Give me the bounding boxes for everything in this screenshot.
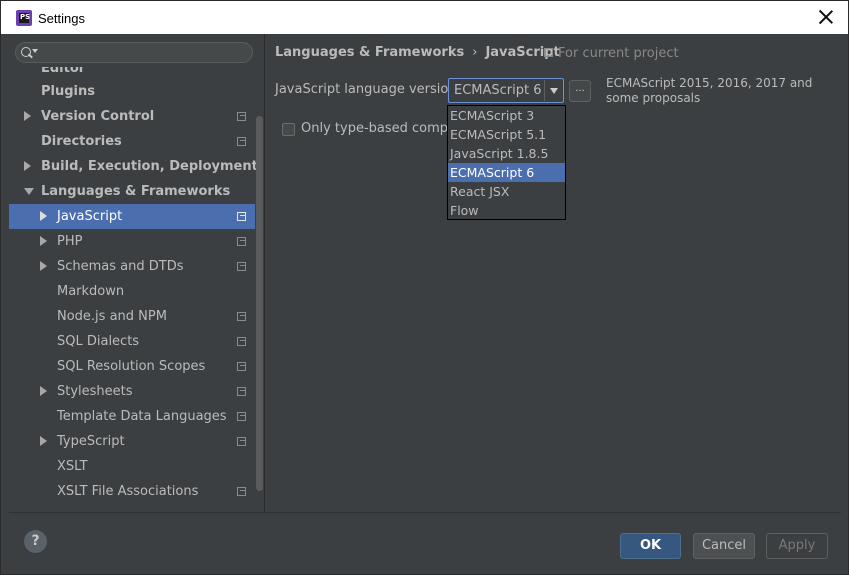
title-bar: PS Settings xyxy=(0,0,849,34)
help-button[interactable]: ? xyxy=(24,530,47,553)
expand-arrow-right-icon[interactable] xyxy=(40,211,47,221)
dropdown-option[interactable]: ECMAScript 5.1 xyxy=(448,125,565,144)
sidebar-item-label: XSLT File Associations xyxy=(57,484,199,499)
sidebar-item-label: SQL Dialects xyxy=(57,334,140,349)
app-icon: PS xyxy=(16,10,32,26)
project-scope-icon xyxy=(237,362,246,371)
expand-arrow-right-icon[interactable] xyxy=(24,161,31,171)
search-input[interactable] xyxy=(15,42,253,63)
sidebar-item-typescript[interactable]: TypeScript xyxy=(9,429,255,454)
sidebar-item-sql-resolution-scopes[interactable]: SQL Resolution Scopes xyxy=(9,354,255,379)
language-version-dropdown: ECMAScript 3 ECMAScript 5.1 JavaScript 1.8… xyxy=(447,105,566,220)
divider xyxy=(9,512,841,513)
sidebar-item-version-control[interactable]: Version Control xyxy=(9,104,255,129)
sidebar-item-label: Build, Execution, Deployment xyxy=(41,159,258,174)
window-title: Settings xyxy=(38,11,85,26)
sidebar-item-xslt[interactable]: XSLT xyxy=(9,454,255,479)
language-version-description: ECMAScript 2015, 2016, 2017 and some pro… xyxy=(606,76,813,105)
expand-arrow-right-icon[interactable] xyxy=(40,436,47,446)
sidebar-item-node-js-and-npm[interactable]: Node.js and NPM xyxy=(9,304,255,329)
project-scope-icon xyxy=(237,137,246,146)
chevron-down-icon[interactable] xyxy=(550,88,558,94)
breadcrumb-parent: Languages & Frameworks xyxy=(275,45,465,60)
dropdown-option[interactable]: Flow xyxy=(448,201,565,220)
more-options-button[interactable]: ... xyxy=(569,80,591,102)
project-scope-icon xyxy=(237,337,246,346)
cancel-button[interactable]: Cancel xyxy=(693,533,755,559)
sidebar-item-php[interactable]: PHP xyxy=(9,229,255,254)
sidebar-item-label: Plugins xyxy=(41,84,95,99)
sidebar: Editor Plugins Version Control Directories B… xyxy=(9,34,265,512)
project-scope-icon xyxy=(237,487,246,496)
close-icon[interactable] xyxy=(818,9,834,25)
project-scope-icon xyxy=(237,112,246,121)
sidebar-item-editor[interactable]: Editor xyxy=(9,67,255,79)
only-type-based-checkbox[interactable] xyxy=(282,123,295,136)
dropdown-option[interactable]: ECMAScript 3 xyxy=(448,106,565,125)
only-type-based-label: Only type-based complet xyxy=(301,121,465,136)
sidebar-item-schemas-and-dtds[interactable]: Schemas and DTDs xyxy=(9,254,255,279)
dropdown-option[interactable]: React JSX xyxy=(448,182,565,201)
breadcrumb-separator: › xyxy=(472,45,478,60)
project-scope-icon xyxy=(237,412,246,421)
scope-indicator: For current project xyxy=(544,46,679,61)
sidebar-item-label: Editor xyxy=(41,67,86,76)
breadcrumb: Languages & Frameworks › JavaScript xyxy=(275,45,560,60)
sidebar-item-label: JavaScript xyxy=(57,209,123,224)
scope-label: For current project xyxy=(558,46,679,61)
chevron-down-icon xyxy=(32,49,38,53)
project-scope-icon xyxy=(544,48,553,57)
sidebar-item-build-execution-deployment[interactable]: Build, Execution, Deployment xyxy=(9,154,258,179)
language-version-label: JavaScript language version xyxy=(275,82,457,97)
project-scope-icon xyxy=(237,262,246,271)
sidebar-item-languages-frameworks[interactable]: Languages & Frameworks xyxy=(9,179,255,204)
expand-arrow-right-icon[interactable] xyxy=(40,236,47,246)
sidebar-item-label: Stylesheets xyxy=(57,384,133,399)
language-version-select[interactable]: ECMAScript 6 xyxy=(448,78,564,103)
language-version-value: ECMAScript 6 xyxy=(454,83,542,98)
sidebar-item-label: Node.js and NPM xyxy=(57,309,167,324)
sidebar-item-label: Template Data Languages xyxy=(57,409,227,424)
project-scope-icon xyxy=(237,437,246,446)
expand-arrow-right-icon[interactable] xyxy=(24,111,31,121)
sidebar-item-label: Markdown xyxy=(57,284,125,299)
sidebar-item-label: Version Control xyxy=(41,109,155,124)
settings-dialog: Editor Plugins Version Control Directories B… xyxy=(0,34,849,575)
sidebar-item-template-data-languages[interactable]: Template Data Languages xyxy=(9,404,255,429)
settings-tree: Editor Plugins Version Control Directories B… xyxy=(9,67,258,504)
project-scope-icon xyxy=(237,237,246,246)
sidebar-item-plugins[interactable]: Plugins xyxy=(9,79,255,104)
sidebar-scrollbar[interactable] xyxy=(256,116,263,491)
sidebar-item-xslt-file-associations[interactable]: XSLT File Associations xyxy=(9,479,255,504)
dropdown-option[interactable]: JavaScript 1.8.5 xyxy=(448,144,565,163)
apply-button[interactable]: Apply xyxy=(766,533,828,559)
sidebar-item-directories[interactable]: Directories xyxy=(9,129,255,154)
sidebar-item-label: Directories xyxy=(41,134,122,149)
project-scope-icon xyxy=(237,312,246,321)
sidebar-item-label: SQL Resolution Scopes xyxy=(57,359,206,374)
project-scope-icon xyxy=(237,387,246,396)
sidebar-item-label: Languages & Frameworks xyxy=(41,184,231,199)
sidebar-item-stylesheets[interactable]: Stylesheets xyxy=(9,379,255,404)
sidebar-item-label: XSLT xyxy=(57,459,88,474)
expand-arrow-down-icon[interactable] xyxy=(24,188,34,195)
sidebar-item-markdown[interactable]: Markdown xyxy=(9,279,255,304)
expand-arrow-right-icon[interactable] xyxy=(40,261,47,271)
sidebar-item-javascript[interactable]: JavaScript xyxy=(9,204,255,229)
project-scope-icon xyxy=(237,212,246,221)
content-panel: Languages & Frameworks › JavaScript For cu… xyxy=(266,34,849,512)
ok-button[interactable]: OK xyxy=(620,533,681,559)
combo-divider xyxy=(544,80,545,101)
sidebar-item-sql-dialects[interactable]: SQL Dialects xyxy=(9,329,255,354)
sidebar-item-label: TypeScript xyxy=(57,434,125,449)
dropdown-option[interactable]: ECMAScript 6 xyxy=(448,163,565,182)
sidebar-item-label: Schemas and DTDs xyxy=(57,259,184,274)
expand-arrow-right-icon[interactable] xyxy=(40,386,47,396)
sidebar-item-label: PHP xyxy=(57,234,83,249)
